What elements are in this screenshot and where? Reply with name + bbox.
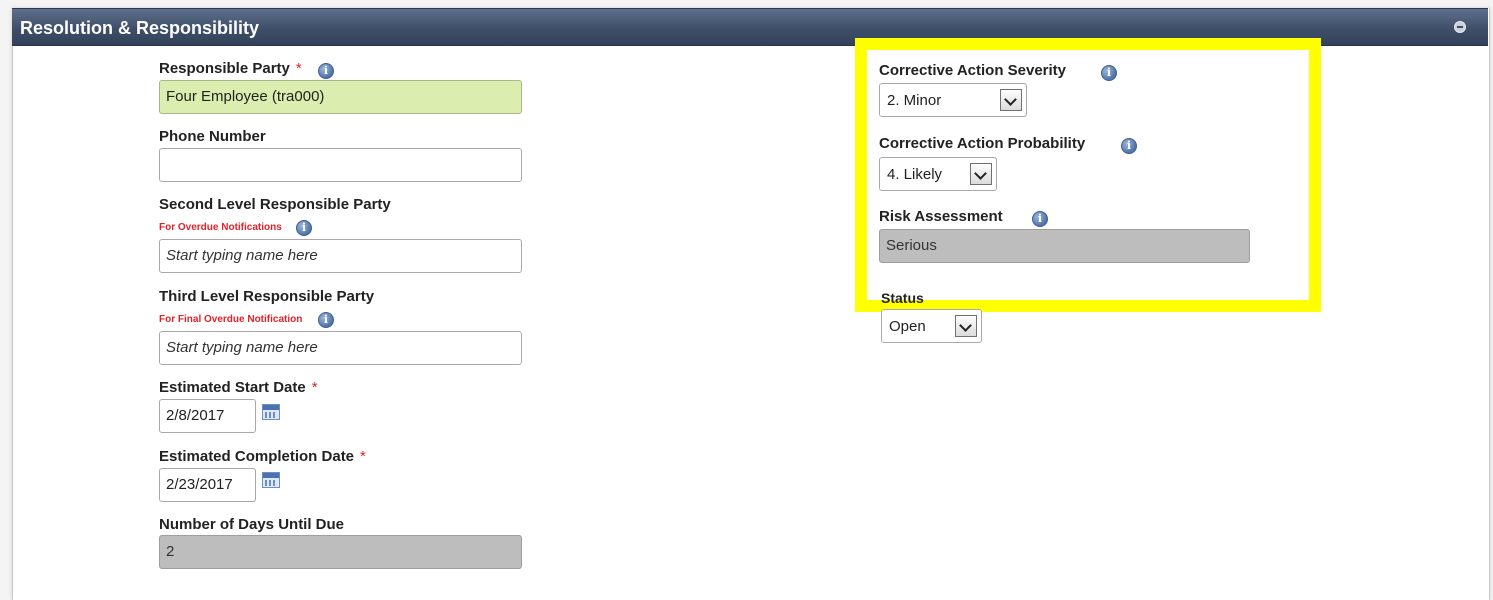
third-level-note: For Final Overdue Notification [159,314,303,325]
estimated-completion-date-field[interactable]: 2/23/2017 [159,468,256,502]
required-marker: * [360,448,366,465]
minus-circle-icon[interactable] [1454,21,1466,33]
responsible-party-label: Responsible Party * [159,60,302,77]
chevron-down-icon[interactable] [955,315,977,337]
section-title: Resolution & Responsibility [20,18,260,38]
days-until-due-label: Number of Days Until Due [159,516,345,533]
highlight-box [855,38,1321,312]
estimated-start-label: Estimated Start Date * [159,379,318,396]
calendar-icon[interactable] [262,472,280,488]
status-select[interactable]: Open [881,309,982,343]
second-level-input[interactable]: Start typing name here [159,239,522,273]
required-marker: * [295,60,302,77]
days-until-due-field: 2 [159,535,522,569]
estimated-completion-label: Estimated Completion Date * [159,448,366,465]
info-icon[interactable]: i [318,63,334,79]
info-icon[interactable]: i [318,312,334,328]
status-value: Open [889,318,926,335]
calendar-icon[interactable] [262,404,280,420]
status-label: Status [881,290,924,306]
responsible-party-field[interactable]: Four Employee (tra000) [159,80,522,114]
estimated-start-date-field[interactable]: 2/8/2017 [159,399,256,433]
second-level-note: For Overdue Notifications [159,222,282,233]
phone-number-field[interactable] [159,148,522,182]
third-level-label: Third Level Responsible Party [159,288,375,305]
info-icon[interactable]: i [296,220,312,236]
second-level-label: Second Level Responsible Party [159,196,391,213]
required-marker: * [311,379,318,396]
phone-number-label: Phone Number [159,128,266,145]
third-level-input[interactable]: Start typing name here [159,331,522,365]
